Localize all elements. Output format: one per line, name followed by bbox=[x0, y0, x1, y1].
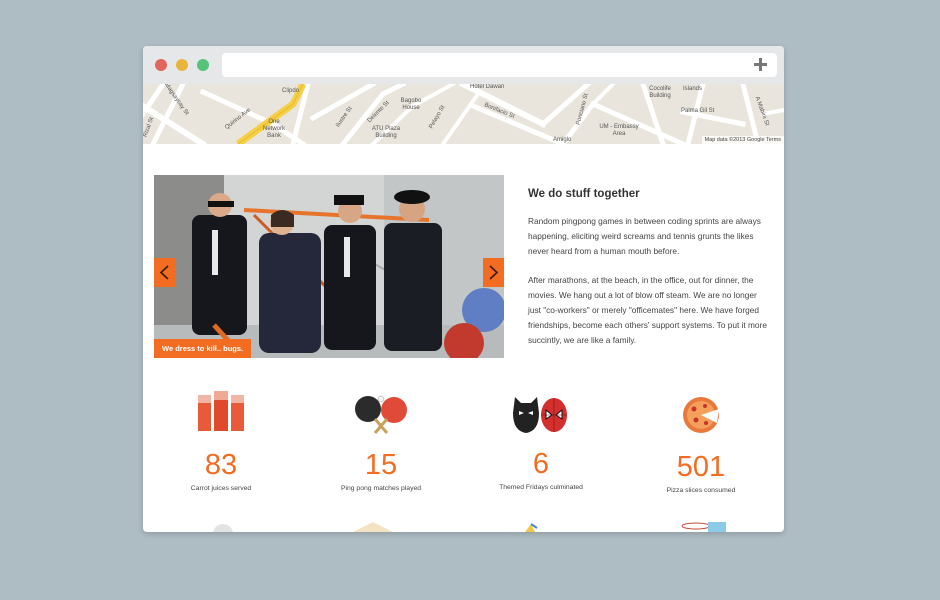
browser-window: Clipdo Bagobo House Hotel Dawan Cocolife… bbox=[143, 46, 784, 532]
story-title: We do stuff together bbox=[528, 188, 640, 200]
map-label: Amiglo bbox=[553, 137, 572, 143]
slide-caption: We dress to kill.. bugs. bbox=[154, 339, 252, 358]
slider-next-button[interactable] bbox=[483, 258, 504, 287]
story-paragraph: Random pingpong games in between coding … bbox=[528, 216, 761, 257]
chevron-right-icon bbox=[489, 265, 499, 280]
partial-icon bbox=[681, 522, 726, 532]
map-label: Palma Gil St bbox=[681, 108, 715, 114]
stat-ping-pong: 15 Ping pong matches played bbox=[311, 391, 451, 501]
partial-icon bbox=[525, 523, 538, 532]
stat-pizza-slices: 501 Pizza slices consumed bbox=[631, 391, 771, 501]
stat-number: 15 bbox=[364, 449, 398, 481]
stat-number: 501 bbox=[676, 451, 726, 483]
map-label: Cocolife Building bbox=[649, 86, 671, 99]
maximize-window-button[interactable] bbox=[197, 59, 209, 71]
stat-label: Themed Fridays culminated bbox=[499, 484, 583, 491]
ping-pong-icon bbox=[355, 395, 407, 434]
address-bar[interactable] bbox=[222, 53, 777, 77]
stat-carrot-juices: 83 Carrot juices served bbox=[151, 391, 291, 501]
team-costume-photo bbox=[154, 175, 504, 358]
close-window-button[interactable] bbox=[155, 59, 167, 71]
stat-number: 6 bbox=[532, 448, 550, 480]
map-label: Clipdo bbox=[282, 88, 300, 94]
stat-label: Ping pong matches played bbox=[340, 485, 422, 492]
partial-icon bbox=[213, 524, 233, 532]
map-label: Islands bbox=[683, 86, 703, 92]
partial-icon bbox=[353, 522, 393, 532]
story-paragraph: After marathons, at the beach, in the of… bbox=[528, 274, 767, 346]
location-map[interactable]: Clipdo Bagobo House Hotel Dawan Cocolife… bbox=[143, 84, 784, 144]
plus-icon[interactable] bbox=[754, 58, 767, 71]
team-story: We do stuff together Random pingpong gam… bbox=[528, 188, 768, 362]
map-label: ATU Plaza Building bbox=[371, 126, 401, 139]
minimize-window-button[interactable] bbox=[176, 59, 188, 71]
stat-label: Pizza slices consumed bbox=[666, 487, 736, 494]
superhero-masks-icon bbox=[513, 397, 567, 433]
stat-themed-fridays: 6 Themed Fridays culminated bbox=[471, 391, 611, 501]
chevron-left-icon bbox=[159, 265, 169, 280]
pizza-icon bbox=[683, 397, 719, 433]
stat-number: 83 bbox=[204, 449, 238, 481]
map-label: Hotel Dawan bbox=[470, 84, 505, 90]
map-credit[interactable]: Map data ©2013 Google Terms bbox=[701, 136, 784, 144]
browser-titlebar bbox=[143, 46, 784, 84]
map-label: Bagobo House bbox=[400, 98, 422, 111]
slider-prev-button[interactable] bbox=[154, 258, 175, 287]
photo-slider[interactable]: We dress to kill.. bugs. bbox=[154, 175, 504, 358]
map-label: UM - Embassy Area bbox=[599, 124, 639, 137]
map-label: One Network Bank bbox=[262, 119, 285, 139]
juice-glasses-icon bbox=[198, 391, 244, 431]
stat-label: Carrot juices served bbox=[190, 485, 252, 492]
